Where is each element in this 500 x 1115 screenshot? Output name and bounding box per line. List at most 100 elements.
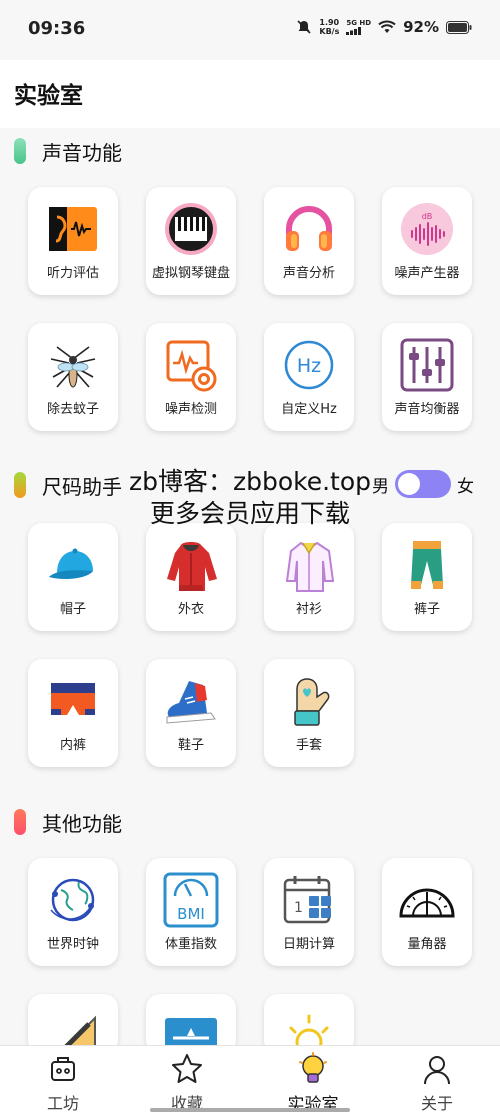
tile-label: 量角器 [407, 937, 447, 952]
nav-lab[interactable]: 实验室 [258, 1052, 368, 1115]
svg-text:dB: dB [422, 212, 433, 221]
tile-label: 裤子 [413, 602, 440, 617]
tile-label: 声音均衡器 [394, 402, 460, 417]
tile-pants[interactable]: 裤子 [382, 523, 472, 631]
tile-underwear[interactable]: 内裤 [28, 659, 118, 767]
headphones-icon [281, 201, 337, 257]
tile-world-clock[interactable]: 世界时钟 [28, 858, 118, 966]
signal-group: 5G HD [346, 19, 371, 35]
home-indicator[interactable] [150, 1108, 350, 1112]
tile-label: 体重指数 [164, 937, 217, 952]
signal-label: 5G HD [346, 19, 372, 27]
globe-icon [45, 872, 101, 928]
hearing-icon [45, 201, 101, 257]
bottom-nav: 工坊 收藏 实验室 关于 [0, 1045, 500, 1115]
section-accent-bar [14, 809, 26, 835]
mosquito-icon [45, 337, 101, 393]
tile-label: 内裤 [59, 738, 86, 753]
tile-label: 外衣 [177, 602, 204, 617]
tile-coat[interactable]: 外衣 [146, 523, 236, 631]
mute-bell-icon [297, 20, 311, 34]
tile-label: 鞋子 [177, 738, 204, 753]
tile-equalizer[interactable]: 声音均衡器 [382, 323, 472, 431]
tile-noise-detection[interactable]: 噪声检测 [146, 323, 236, 431]
gender-toggle-switch[interactable] [395, 470, 451, 498]
toolbox-icon [46, 1052, 80, 1086]
watermark-overlay: zb博客：zbboke.top 更多会员应用下载 [100, 466, 400, 530]
hoodie-icon [163, 537, 219, 593]
watermark-line-2: 更多会员应用下载 [149, 499, 350, 528]
tile-gloves[interactable]: 手套 [264, 659, 354, 767]
nav-label: 关于 [420, 1094, 453, 1113]
battery-percent: 92% [403, 18, 439, 36]
section-accent-bar [14, 138, 26, 164]
tile-date-calc[interactable]: 1 日期计算 [264, 858, 354, 966]
boxer-shorts-icon [45, 673, 101, 729]
bmi-scale-icon: BMI [163, 872, 219, 928]
tile-label: 世界时钟 [46, 937, 99, 952]
net-speed-value: 1.90 [319, 18, 340, 27]
hz-icon: Hz [281, 337, 337, 393]
tile-label: 噪声产生器 [394, 266, 460, 281]
svg-text:1: 1 [294, 900, 303, 916]
tile-virtual-piano[interactable]: 虚拟钢琴键盘 [146, 187, 236, 295]
mitten-icon [281, 673, 337, 729]
protractor-icon [399, 872, 455, 928]
net-speed: 1.90 KB/s [319, 18, 339, 36]
toggle-knob [398, 473, 420, 495]
watermark-line-1: zb博客：zbboke.top [128, 467, 372, 496]
equalizer-icon [399, 337, 455, 393]
decibel-wave-icon: dB [399, 201, 455, 257]
tile-label: 虚拟钢琴键盘 [151, 266, 230, 281]
tile-label: 除去蚊子 [46, 402, 99, 417]
battery-icon [446, 20, 472, 34]
shirt-icon [281, 537, 337, 593]
tile-label: 衬衫 [295, 602, 322, 617]
nav-workshop[interactable]: 工坊 [8, 1052, 118, 1114]
calendar-calculator-icon: 1 [281, 872, 337, 928]
tile-bmi[interactable]: BMI 体重指数 [146, 858, 236, 966]
status-bar: 09:36 1.90 KB/s 5G HD 92% [0, 0, 500, 60]
pants-icon [399, 537, 455, 593]
tile-label: 噪声检测 [164, 402, 217, 417]
nav-favorites[interactable]: 收藏 [132, 1052, 242, 1114]
section-accent-bar [14, 472, 26, 498]
net-speed-unit: KB/s [319, 27, 340, 36]
tile-label: 听力评估 [46, 266, 99, 281]
tile-label: 手套 [295, 738, 322, 753]
nav-label: 工坊 [46, 1094, 79, 1113]
status-time: 09:36 [28, 18, 86, 39]
tile-shoes[interactable]: 鞋子 [146, 659, 236, 767]
tile-shirt[interactable]: 衬衫 [264, 523, 354, 631]
tile-label: 帽子 [59, 602, 86, 617]
signal-bars-icon [346, 27, 362, 35]
app-header: 实验室 [0, 60, 500, 128]
svg-text:Hz: Hz [297, 355, 321, 377]
star-icon [170, 1052, 204, 1086]
section-title: 声音功能 [42, 140, 122, 165]
tile-noise-generator[interactable]: dB 噪声产生器 [382, 187, 472, 295]
tile-protractor[interactable]: 量角器 [382, 858, 472, 966]
tile-hearing-test[interactable]: 听力评估 [28, 187, 118, 295]
tile-custom-hz[interactable]: Hz 自定义Hz [264, 323, 354, 431]
svg-text:BMI: BMI [177, 905, 205, 923]
wifi-icon [378, 20, 396, 33]
tile-label: 声音分析 [282, 266, 335, 281]
lightbulb-icon [296, 1052, 330, 1086]
section-other-header: 其他功能 [14, 808, 122, 836]
tile-hat[interactable]: 帽子 [28, 523, 118, 631]
cap-icon [45, 537, 101, 593]
nav-about[interactable]: 关于 [382, 1052, 492, 1114]
piano-icon [163, 201, 219, 257]
section-title: 其他功能 [42, 811, 122, 836]
sneaker-icon [163, 673, 219, 729]
tile-mosquito-repel[interactable]: 除去蚊子 [28, 323, 118, 431]
tile-label: 自定义Hz [281, 402, 337, 417]
tile-sound-analysis[interactable]: 声音分析 [264, 187, 354, 295]
page-title: 实验室 [14, 83, 83, 109]
status-icons: 1.90 KB/s 5G HD 92% [296, 18, 472, 36]
person-icon [420, 1052, 454, 1086]
section-sound-header: 声音功能 [14, 137, 122, 165]
noise-meter-icon [163, 337, 219, 393]
female-label: 女 [457, 476, 474, 497]
